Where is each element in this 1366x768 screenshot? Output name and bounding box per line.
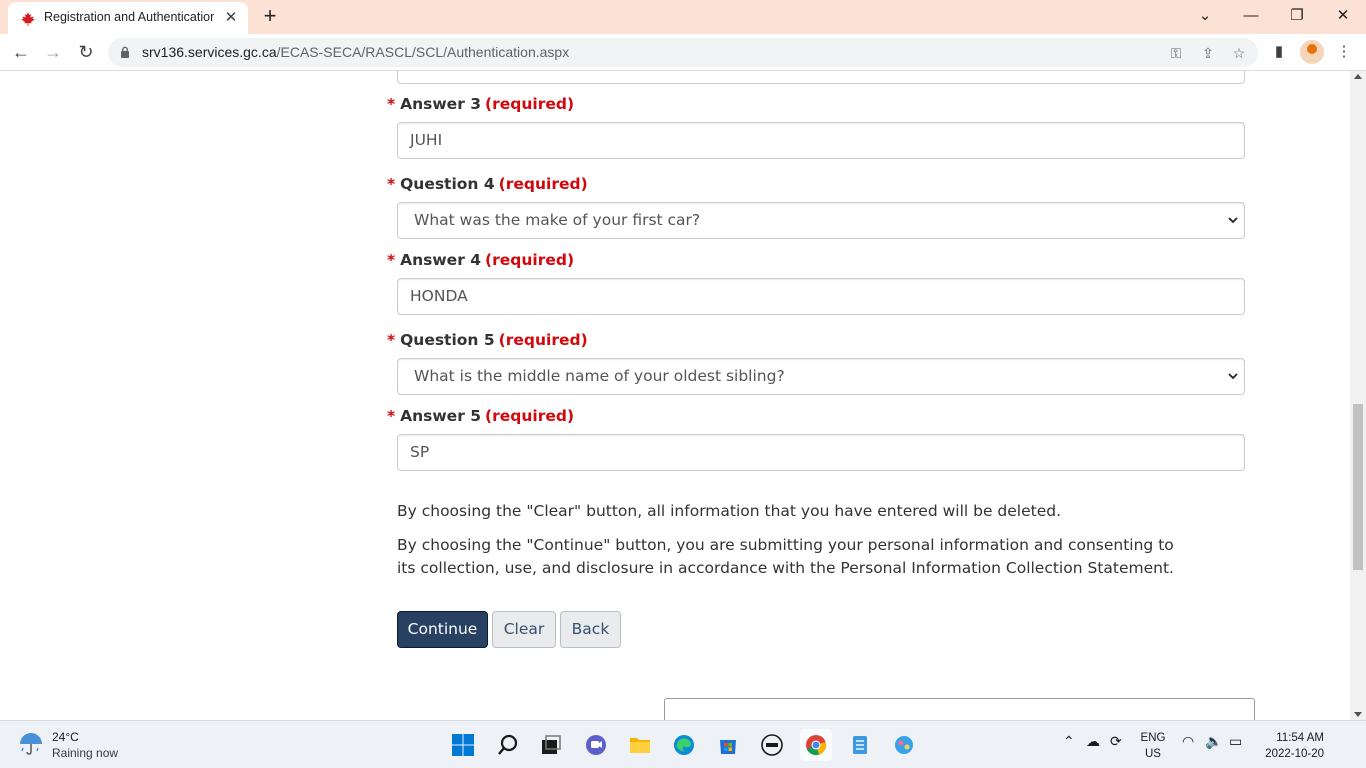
close-tab-icon[interactable]: ✕ [222, 9, 240, 27]
clock-date: 2022-10-20 [1265, 748, 1324, 760]
minimize-button[interactable]: — [1236, 4, 1266, 28]
weather-temperature: 24°C [52, 730, 79, 744]
chevron-down-icon [1228, 217, 1238, 224]
clock-time: 11:54 AM [1276, 732, 1324, 744]
question4-label: * Question 4 (required) [387, 175, 588, 193]
side-panel-icon[interactable]: ▮ [1266, 39, 1292, 65]
question5-selected-value: What is the middle name of your oldest s… [414, 367, 785, 385]
chrome-browser-icon[interactable] [800, 729, 832, 761]
notepad-icon[interactable] [844, 729, 876, 761]
question4-select[interactable]: What was the make of your first car? [397, 202, 1245, 239]
new-tab-button[interactable]: + [258, 5, 282, 29]
windows-taskbar: 24°C Raining now ⌃ ☁ ⟳ ENG US ◠ 🔈 ▭ 11:5… [0, 720, 1366, 768]
page-viewport: * Answer 3 (required) JUHI * Question 4 (req… [0, 71, 1350, 720]
scroll-up-arrow-icon[interactable] [1354, 74, 1362, 79]
answer3-label: * Answer 3 (required) [387, 95, 575, 113]
address-bar[interactable]: srv136.services.gc.ca/ECAS-SECA/RASCL/SC… [108, 38, 1258, 67]
back-button[interactable]: Back [560, 611, 621, 648]
scroll-down-arrow-icon[interactable] [1354, 712, 1362, 717]
show-hidden-icons-chevron-icon[interactable]: ⌃ [1063, 733, 1075, 750]
windows-start-icon[interactable] [447, 729, 479, 761]
answer5-input[interactable]: SP [397, 434, 1245, 471]
question4-selected-value: What was the make of your first car? [414, 211, 701, 229]
edge-browser-icon[interactable] [668, 729, 700, 761]
battery-icon[interactable]: ▭ [1229, 733, 1242, 750]
maple-leaf-icon [21, 12, 35, 26]
file-explorer-icon[interactable] [624, 729, 656, 761]
tab-title: Registration and Authentication - [44, 10, 214, 24]
url-text: srv136.services.gc.ca/ECAS-SECA/RASCL/SC… [142, 44, 570, 60]
dell-app-icon[interactable] [756, 729, 788, 761]
page-scrollbar[interactable] [1350, 71, 1366, 720]
microsoft-store-icon[interactable] [712, 729, 744, 761]
language-indicator[interactable]: ENG US [1140, 730, 1166, 762]
search-icon[interactable] [492, 729, 524, 761]
browser-toolbar: ← → ↻ srv136.services.gc.ca/ECAS-SECA/RA… [0, 34, 1366, 71]
close-window-button[interactable]: ✕ [1328, 4, 1358, 28]
keyboard-region: US [1145, 748, 1161, 760]
clear-button[interactable]: Clear [492, 611, 556, 648]
lock-icon [121, 46, 129, 58]
footer-panel-partial [664, 698, 1255, 720]
bookmark-star-icon[interactable]: ☆ [1229, 43, 1249, 63]
task-view-icon[interactable] [535, 729, 567, 761]
profile-avatar[interactable] [1300, 40, 1324, 64]
restore-button[interactable]: ❐ [1282, 4, 1312, 28]
key-icon[interactable]: ⚿ [1166, 43, 1186, 63]
answer4-label: * Answer 4 (required) [387, 251, 575, 269]
chevron-down-icon [1228, 373, 1238, 380]
share-icon[interactable]: ⇪ [1198, 43, 1218, 63]
browser-tab-strip: Registration and Authentication - ✕ + ⌄ … [0, 0, 1366, 34]
scrollbar-thumb[interactable] [1353, 404, 1363, 570]
answer4-input[interactable]: HONDA [397, 278, 1245, 315]
language-code: ENG [1140, 732, 1166, 744]
system-clock[interactable]: 11:54 AM 2022-10-20 [1256, 730, 1324, 762]
security-questions-form: * Answer 3 (required) JUHI * Question 4 (req… [0, 71, 1350, 720]
forward-arrow-icon[interactable]: → [40, 39, 66, 65]
wifi-icon[interactable]: ◠ [1182, 733, 1194, 750]
rain-umbrella-icon[interactable] [18, 731, 44, 757]
clear-notice: By choosing the "Clear" button, all info… [397, 502, 1062, 520]
question5-select[interactable]: What is the middle name of your oldest s… [397, 358, 1245, 395]
answer3-input[interactable]: JUHI [397, 122, 1245, 159]
weather-description: Raining now [52, 746, 119, 760]
sync-icon[interactable]: ⟳ [1110, 733, 1122, 750]
tab-search-icon[interactable]: ⌄ [1190, 4, 1220, 28]
continue-notice: By choosing the "Continue" button, you a… [397, 536, 1174, 577]
back-arrow-icon[interactable]: ← [8, 39, 34, 65]
question3-select-partial[interactable] [397, 71, 1245, 84]
question5-label: * Question 5 (required) [387, 331, 588, 349]
snipping-tool-icon[interactable] [888, 729, 920, 761]
browser-tab[interactable]: Registration and Authentication - ✕ [8, 2, 248, 34]
continue-button[interactable]: Continue [397, 611, 488, 648]
volume-icon[interactable]: 🔈 [1205, 733, 1222, 750]
menu-kebab-icon[interactable]: ⋮ [1331, 39, 1357, 65]
teams-chat-icon[interactable] [580, 729, 612, 761]
answer5-label: * Answer 5 (required) [387, 407, 575, 425]
onedrive-sync-icon[interactable]: ☁ [1086, 733, 1100, 750]
reload-icon[interactable]: ↻ [73, 39, 99, 65]
